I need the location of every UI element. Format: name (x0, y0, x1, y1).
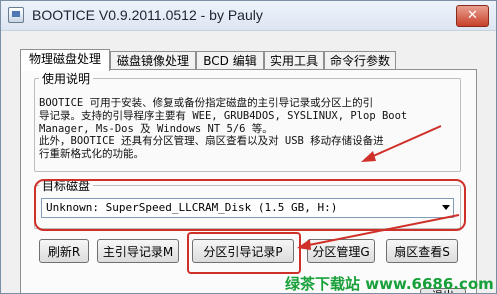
bootice-window: BOOTICE V0.9.2011.0512 - by Pauly ✕ 物理磁盘… (0, 0, 497, 294)
tab-physical-disk[interactable]: 物理磁盘处理 (20, 49, 110, 71)
arrow-pbr-line (308, 214, 460, 246)
arrow-usage-head (361, 151, 376, 162)
arrow-usage-line (370, 125, 442, 158)
watermark: 绿茶下载站 www.6686.com (285, 275, 494, 293)
annotation-arrows (297, 125, 460, 250)
arrow-pbr-head (297, 239, 311, 250)
